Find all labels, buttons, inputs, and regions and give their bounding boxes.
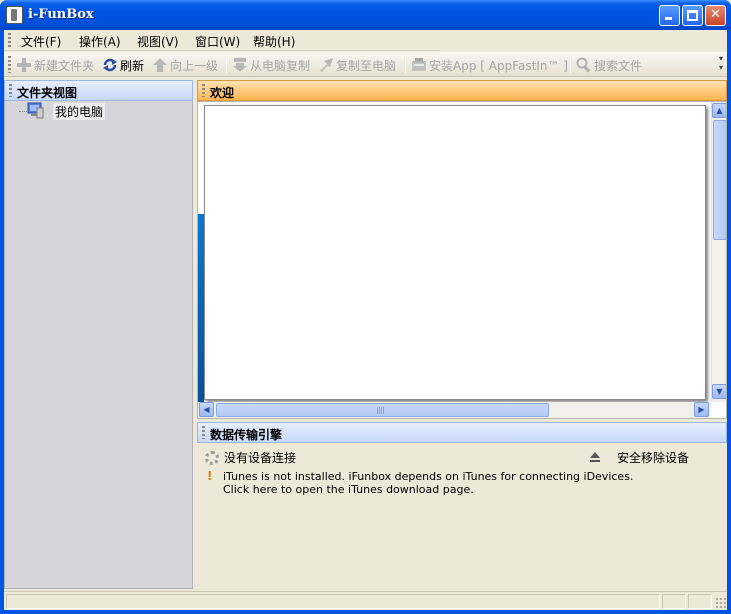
scroll-thumb[interactable]	[713, 120, 726, 240]
up-level-label: 向上一级	[170, 58, 219, 73]
engine-header: 数据传输引擎	[197, 422, 727, 443]
menu-bar: 文件(F) 操作(A) 视图(V) 窗口(W) 帮助(H)	[4, 30, 440, 51]
tree-item-label: 我的电脑	[53, 103, 106, 120]
install-icon	[411, 57, 427, 73]
up-level-button[interactable]: 向上一级	[152, 56, 218, 74]
scroll-down-icon[interactable]: ▼	[712, 384, 726, 399]
scroll-up-icon[interactable]: ▲	[712, 103, 726, 118]
toolbar: 新建文件夹 刷新 向上一级 从电脑复制 复制至电脑 安装App [AppFas…	[4, 52, 727, 77]
status-cell	[6, 594, 660, 609]
toolbar-separator	[405, 57, 406, 73]
status-cell	[688, 594, 712, 609]
warning-text: iTunes is not installed. iFunbox depends…	[223, 470, 634, 483]
copy-from-pc-button[interactable]: 从电脑复制	[232, 56, 310, 74]
panel-grip[interactable]	[9, 84, 12, 97]
new-folder-button[interactable]: 新建文件夹	[16, 56, 94, 74]
menu-action[interactable]: 操作(A)	[79, 33, 121, 50]
maximize-button[interactable]	[682, 5, 703, 26]
tree-item-my-computer[interactable]: 我的电脑	[5, 101, 194, 121]
toolbar-separator	[570, 57, 571, 73]
status-cell	[662, 594, 686, 609]
new-folder-label: 新建文件夹	[34, 58, 95, 73]
folder-view-title: 文件夹视图	[17, 86, 78, 100]
refresh-icon	[102, 57, 118, 73]
welcome-vertical-scrollbar[interactable]: ▲ ▼	[711, 102, 726, 402]
warning-icon: !	[207, 469, 213, 483]
toolbar-separator	[226, 57, 227, 73]
scroll-left-icon[interactable]: ◀	[199, 402, 214, 417]
welcome-content: n 型 z k s c l e V ▲ ▼ ◀	[197, 101, 727, 419]
status-bar	[4, 591, 727, 610]
engine-title: 数据传输引擎	[210, 428, 283, 442]
safely-remove-label: 安全移除设备	[617, 451, 690, 465]
scroll-right-icon[interactable]: ▶	[694, 402, 709, 417]
menu-window[interactable]: 窗口(W)	[195, 33, 240, 50]
itunes-download-link[interactable]: Click here to open the iTunes download p…	[223, 483, 633, 496]
search-files-button[interactable]: 搜索文件	[576, 56, 642, 74]
menu-file[interactable]: 文件(F)	[21, 33, 61, 50]
minimize-icon	[665, 17, 672, 20]
install-app-label: 安装App [ AppFastIn™ ]	[429, 58, 568, 73]
window-title: i-FunBox	[28, 7, 94, 22]
welcome-header: 欢迎	[197, 80, 727, 101]
safely-remove-button[interactable]: 安全移除设备	[589, 449, 689, 466]
search-files-label: 搜索文件	[594, 58, 643, 73]
welcome-title: 欢迎	[210, 86, 235, 100]
panel-grip[interactable]	[202, 426, 205, 439]
itunes-warning[interactable]: ! iTunes is not installed. iFunbox depen…	[207, 469, 634, 497]
arrow-out-icon	[318, 57, 334, 73]
install-app-button[interactable]: 安装App [ AppFastIn™ ]	[411, 56, 568, 74]
menu-grip[interactable]	[8, 33, 11, 48]
copy-to-pc-label: 复制至电脑	[336, 58, 397, 73]
folder-view-header: 文件夹视图	[4, 80, 193, 101]
menu-view[interactable]: 视图(V)	[137, 33, 179, 50]
app-icon[interactable]	[6, 6, 23, 24]
welcome-horizontal-scrollbar[interactable]: ◀ ▶	[198, 402, 711, 418]
app-window: i-FunBox ✕ 文件(F) 操作(A) 视图(V) 窗口(W) 帮助(H)…	[0, 0, 731, 614]
title-bar[interactable]: i-FunBox ✕	[0, 0, 731, 30]
panel-grip[interactable]	[202, 84, 205, 97]
refresh-label: 刷新	[120, 58, 145, 73]
toolbar-grip[interactable]	[8, 56, 11, 73]
plus-icon	[16, 57, 32, 73]
maximize-icon	[687, 10, 698, 21]
toolbar-overflow-icon[interactable]: ▾ ▾	[716, 54, 726, 74]
engine-panel: 没有设备连接 安全移除设备 ! iTunes is not installed.…	[197, 443, 727, 589]
folder-tree: 我的电脑	[4, 101, 193, 589]
scroll-thumb[interactable]	[216, 403, 549, 417]
client-area: 文件(F) 操作(A) 视图(V) 窗口(W) 帮助(H) 新建文件夹 刷新 向…	[4, 30, 727, 610]
blank-popup-window[interactable]	[204, 105, 706, 400]
copy-from-pc-label: 从电脑复制	[250, 58, 311, 73]
computer-icon	[27, 102, 44, 119]
minimize-button[interactable]	[659, 5, 680, 26]
copy-to-pc-button[interactable]: 复制至电脑	[318, 56, 396, 74]
resize-grip-icon[interactable]	[715, 597, 726, 608]
eject-icon	[589, 451, 601, 464]
menu-help[interactable]: 帮助(H)	[253, 33, 295, 50]
device-status-text: 没有设备连接	[224, 451, 297, 465]
arrow-up-icon	[152, 57, 168, 73]
close-button[interactable]: ✕	[705, 5, 726, 26]
device-status: 没有设备连接	[205, 449, 296, 466]
loading-icon	[205, 450, 219, 465]
arrow-down-icon	[232, 57, 248, 73]
refresh-button[interactable]: 刷新	[102, 56, 144, 74]
search-icon	[576, 57, 592, 73]
